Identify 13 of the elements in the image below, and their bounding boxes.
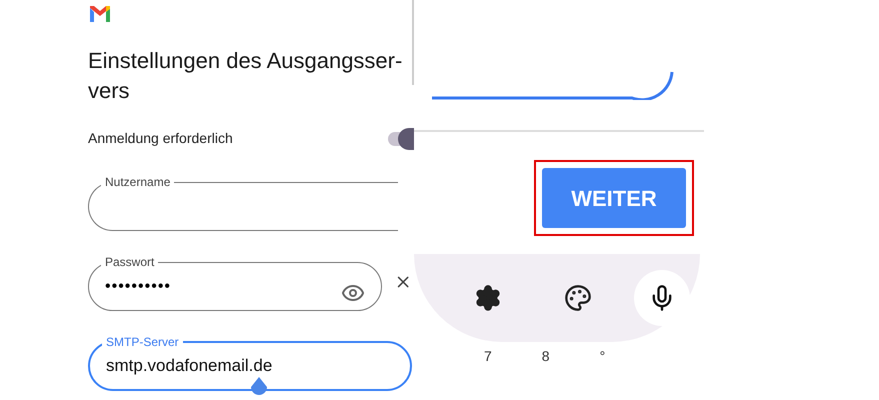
key-hint: ° [600,347,606,366]
toggle-label: Anmeldung erforderlich [88,129,233,148]
key-hint: 8 [542,347,550,366]
field-label: SMTP-Server [105,334,180,351]
key-hint: 7 [484,347,492,366]
field-value[interactable]: smtp.vodafonemail.de [106,353,346,379]
palette-icon[interactable] [564,284,592,312]
password-value[interactable]: •••••••••• [105,274,345,298]
field-label: Nutzername [104,174,172,191]
page-title: Einstellungen des Ausgangsser-vers [88,47,404,105]
mail-logo-icon [88,4,112,24]
next-button[interactable]: WEITER [542,168,686,228]
field-label: Passwort [104,254,156,271]
